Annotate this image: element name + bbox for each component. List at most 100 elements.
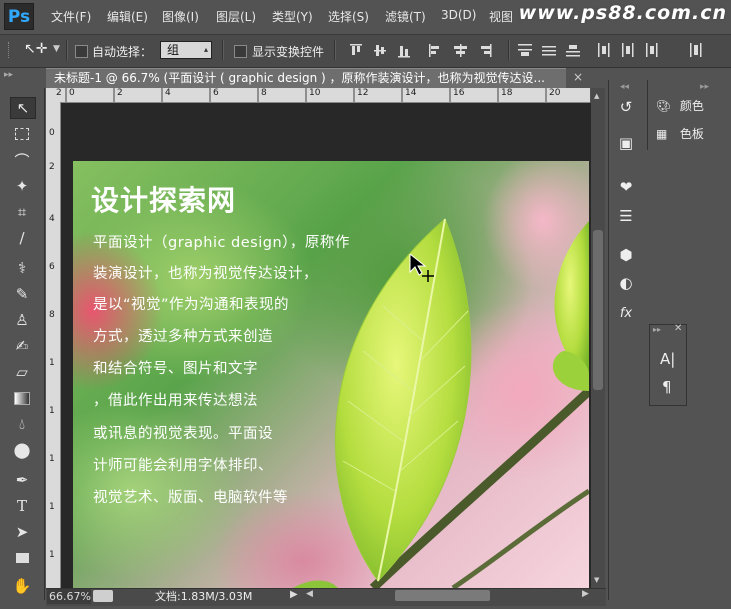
scroll-up-icon[interactable]: ▲ xyxy=(594,92,599,100)
color-panel-label: 颜色 xyxy=(679,99,704,113)
ruler-label: 1 xyxy=(49,454,55,464)
artwork-text-line: 计师可能会利用字体排印、 xyxy=(93,458,273,474)
ruler-label: 6 xyxy=(213,88,219,98)
menu-bar: Ps 文件(F) 编辑(E) 图像(I) 图层(L) 类型(Y) 选择(S) 滤… xyxy=(0,0,731,34)
artwork-text-line: ，借此作出用来传达想法 xyxy=(93,393,258,409)
auto-select-checkbox[interactable] xyxy=(75,45,88,58)
palette-icon: 🎨︎ xyxy=(656,99,672,113)
lasso-tool-icon[interactable]: ⌒ xyxy=(10,150,34,170)
move-tool-icon[interactable]: ↖ xyxy=(10,97,36,119)
scroll-right-icon[interactable]: ▶ xyxy=(582,589,589,599)
ruler-label: 10 xyxy=(309,88,321,98)
ruler-label: 18 xyxy=(501,88,513,98)
dodge-tool-icon[interactable]: ⬤ xyxy=(10,440,34,460)
collapse-toolbar-icon[interactable]: ▸▸ xyxy=(4,70,13,80)
path-selection-tool-icon[interactable]: ➤ xyxy=(10,522,34,542)
type-tool-icon[interactable]: T xyxy=(10,496,34,516)
scroll-down-icon[interactable]: ▼ xyxy=(594,576,599,584)
gradient-tool-icon[interactable] xyxy=(10,388,34,408)
vertical-scroll-thumb[interactable] xyxy=(593,230,603,390)
align-bottom-icon xyxy=(398,56,410,58)
photoshop-logo: Ps xyxy=(4,3,34,30)
ruler-label: 4 xyxy=(165,88,171,98)
move-cursor-icon xyxy=(409,254,434,282)
menu-view[interactable]: 视图 xyxy=(489,8,513,25)
color-panel-tab[interactable]: 🎨︎ 颜色 xyxy=(656,97,704,114)
properties-panel-icon[interactable]: ▣ xyxy=(614,132,638,154)
ruler-label: 2 xyxy=(117,88,123,98)
ruler-label: 0 xyxy=(49,128,55,138)
swatches-panel-tab[interactable]: ▦ 色板 xyxy=(656,125,704,142)
divider xyxy=(222,40,224,60)
eraser-tool-icon[interactable]: ▱ xyxy=(10,362,34,382)
layer-fx-panel-icon[interactable]: fx xyxy=(614,302,638,324)
close-icon[interactable]: ✕ xyxy=(674,323,682,334)
brush-presets-panel-icon[interactable]: ❤ xyxy=(614,176,638,198)
menu-3d[interactable]: 3D(D) xyxy=(441,8,476,22)
site-watermark: www.ps88.com.cn xyxy=(518,2,727,24)
marquee-tool-icon[interactable] xyxy=(10,124,34,144)
show-transform-label: 显示变换控件 xyxy=(252,45,325,59)
ruler-label: 20 xyxy=(549,88,561,98)
ruler-label: 8 xyxy=(261,88,267,98)
blur-tool-icon[interactable]: 💧︎ xyxy=(10,414,34,434)
ruler-label: 0 xyxy=(69,88,75,98)
stepper-icon: ▴ xyxy=(203,45,208,54)
3d-panel-icon[interactable]: ⬢ xyxy=(614,244,638,266)
adjustments-panel-icon[interactable]: ☰ xyxy=(614,205,638,227)
history-brush-tool-icon[interactable]: ✍ xyxy=(10,336,34,356)
paragraph-panel-icon[interactable]: ¶ xyxy=(662,378,672,396)
scroll-left-icon[interactable]: ◀ xyxy=(306,589,313,599)
clone-stamp-tool-icon[interactable]: ♙ xyxy=(10,310,34,330)
menu-type[interactable]: 类型(Y) xyxy=(272,8,313,25)
auto-select-value: 组 xyxy=(167,43,180,57)
align-left-icon xyxy=(429,44,431,57)
show-transform-checkbox[interactable] xyxy=(234,45,247,58)
ruler-label: 6 xyxy=(49,262,55,272)
align-right-icon xyxy=(490,44,492,57)
character-panel-icon[interactable]: A| xyxy=(660,350,675,368)
ruler-label: 2 xyxy=(56,88,62,98)
move-tool-preset-icon[interactable]: ↖✛ xyxy=(24,41,47,57)
hand-tool-icon[interactable]: ✋ xyxy=(10,576,34,596)
chevron-down-icon[interactable]: ▼ xyxy=(53,44,60,54)
eyedropper-tool-icon[interactable]: ∕ xyxy=(10,228,34,248)
menu-image[interactable]: 图像(I) xyxy=(162,8,199,25)
document-tab[interactable]: 未标题-1 @ 66.7% (平面设计 ( graphic design ) ，… xyxy=(46,68,566,88)
menu-select[interactable]: 选择(S) xyxy=(328,8,369,25)
ruler-label: 16 xyxy=(453,88,465,98)
artwork-text-line: 或讯息的视觉表现。平面设 xyxy=(93,426,273,442)
collapse-panel-icon[interactable]: ▸▸ xyxy=(653,325,661,334)
styles-panel-icon[interactable]: ◐ xyxy=(614,272,638,294)
auto-select-dropdown[interactable]: 组 ▴ xyxy=(160,41,212,59)
ruler-label: 14 xyxy=(405,88,417,98)
close-icon[interactable]: × xyxy=(573,70,583,84)
collapse-dock-icon[interactable]: ◂◂ xyxy=(620,82,629,92)
zoom-level-field[interactable]: 66.67% xyxy=(47,589,91,604)
menu-file[interactable]: 文件(F) xyxy=(51,8,91,25)
menu-filter[interactable]: 滤镜(T) xyxy=(385,8,426,25)
pen-tool-icon[interactable]: ✒ xyxy=(10,470,34,490)
crop-tool-icon[interactable]: ⌗ xyxy=(10,202,34,222)
horizontal-scroll-thumb[interactable] xyxy=(395,590,490,601)
artwork-text-line: 方式，透过多种方式来创造 xyxy=(93,329,273,345)
horizontal-ruler: 2 0 2 4 6 8 10 12 14 16 18 20 xyxy=(46,88,590,103)
divider xyxy=(66,40,68,60)
artwork-text-line: 是以“视觉”作为沟通和表现的 xyxy=(93,297,290,313)
status-menu-arrow-icon[interactable]: ▶ xyxy=(290,589,298,600)
quick-select-tool-icon[interactable]: ✦ xyxy=(10,176,34,196)
status-bar xyxy=(46,588,606,606)
icon-panel-dock xyxy=(608,80,647,600)
ruler-label: 1 xyxy=(49,406,55,416)
share-icon[interactable] xyxy=(93,590,113,602)
brush-tool-icon[interactable]: ✎ xyxy=(10,284,34,304)
history-panel-icon[interactable]: ↺ xyxy=(614,96,638,118)
ruler-label: 2 xyxy=(49,162,55,172)
healing-brush-tool-icon[interactable]: ⚕ xyxy=(10,258,34,278)
document-canvas[interactable]: 设计探索网 平面设计（graphic design），原称作 装演设计，也称为视… xyxy=(73,161,589,588)
collapse-dock-icon[interactable]: ▸▸ xyxy=(700,82,709,92)
rectangle-tool-icon[interactable] xyxy=(10,548,34,568)
menu-layer[interactable]: 图层(L) xyxy=(216,8,256,25)
menu-edit[interactable]: 编辑(E) xyxy=(107,8,148,25)
ruler-label: 12 xyxy=(357,88,369,98)
